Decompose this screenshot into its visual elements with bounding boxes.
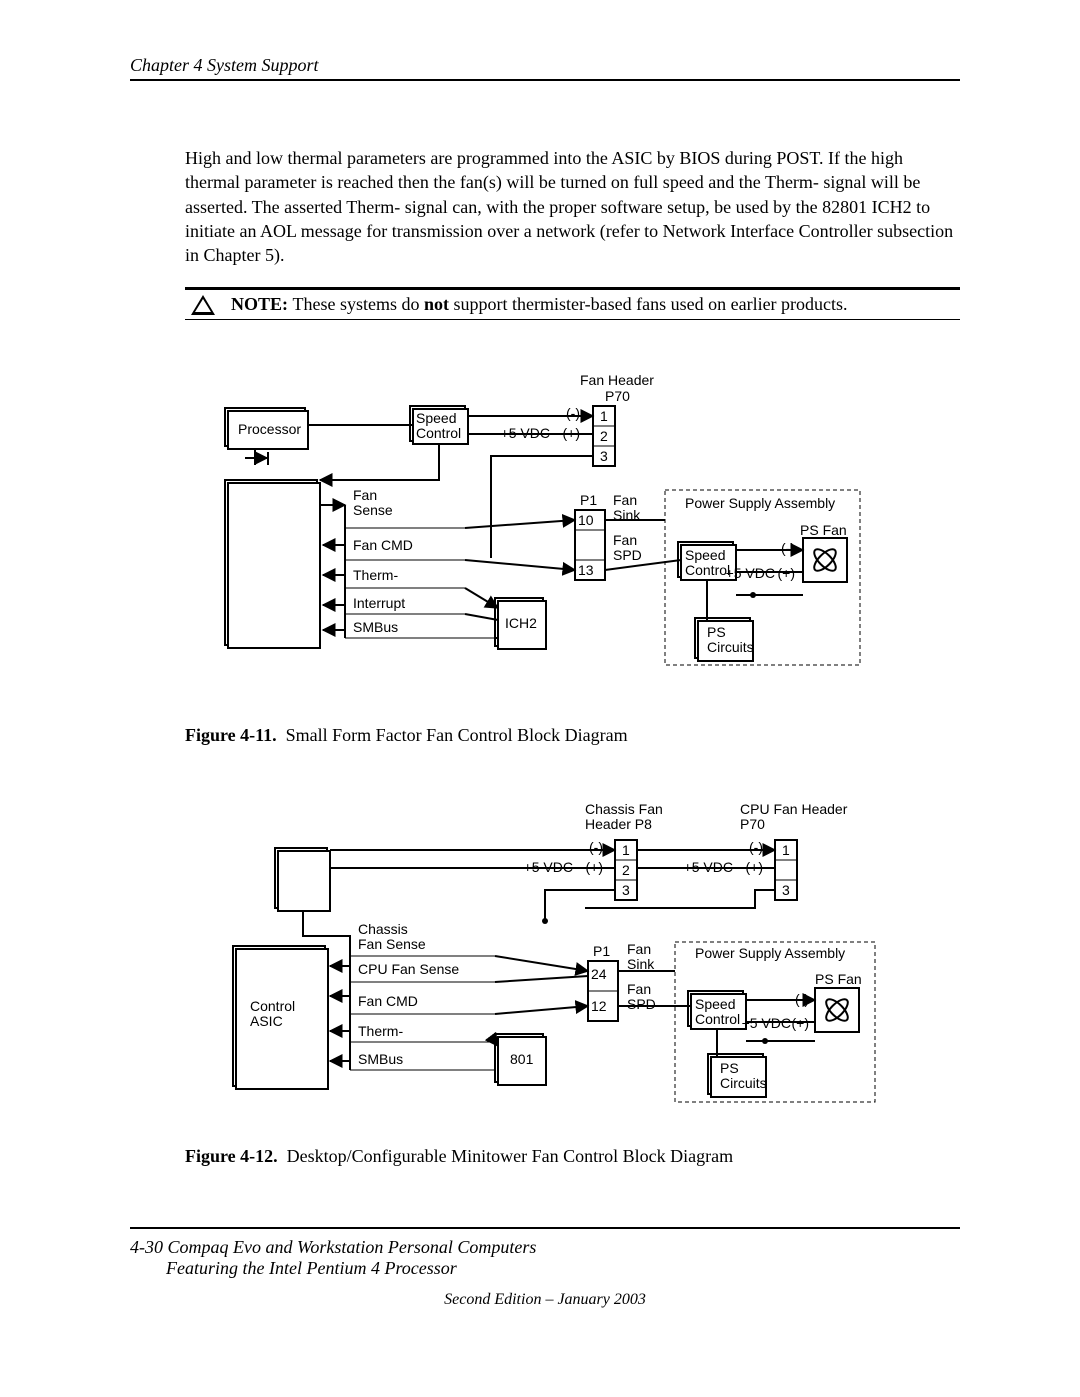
label-cpu-header: CPU Fan HeaderP70 bbox=[740, 801, 848, 832]
label-cpu-fan-sense: CPU Fan Sense bbox=[358, 961, 459, 977]
label-chassis-header: Chassis FanHeader P8 bbox=[585, 801, 663, 832]
pin-p8-2: 2 bbox=[622, 862, 630, 878]
pin-13: 13 bbox=[578, 562, 594, 578]
label-p70: P70 bbox=[605, 388, 630, 404]
pin-p8-1: 1 bbox=[622, 842, 630, 858]
pin-p70-2: 2 bbox=[600, 428, 608, 444]
pin-12: 12 bbox=[591, 998, 607, 1014]
diagram-dt-cmt-fan-control: Chassis FanHeader P8 CPU Fan HeaderP70 1… bbox=[195, 796, 895, 1106]
label-processor: Processor bbox=[238, 421, 301, 437]
page-footer: 4-30 Compaq Evo and Workstation Personal… bbox=[130, 1237, 960, 1309]
label-p1-2: P1 bbox=[593, 943, 610, 959]
pin-p8-3: 3 bbox=[622, 882, 630, 898]
label-fan-sink-2: FanSink bbox=[627, 941, 655, 972]
label-ich2: ICH2 bbox=[505, 615, 537, 631]
pin-p70-1: 1 bbox=[600, 408, 608, 424]
label-ps-fan-2: PS Fan bbox=[815, 971, 862, 987]
label-therm: Therm- bbox=[353, 567, 398, 583]
label-interrupt: Interrupt bbox=[353, 595, 405, 611]
label-ps-fan: PS Fan bbox=[800, 522, 847, 538]
label-ps-speed-control: SpeedControl bbox=[685, 547, 730, 578]
label-speed-control: SpeedControl bbox=[416, 410, 461, 441]
label-fan-spd-2: FanSPD bbox=[627, 981, 656, 1012]
body-paragraph: High and low thermal parameters are prog… bbox=[185, 146, 960, 267]
label-therm-2: Therm- bbox=[358, 1023, 403, 1039]
note-box: NOTE: These systems do not support therm… bbox=[185, 287, 960, 320]
caution-icon bbox=[191, 295, 215, 315]
label-smbus: SMBus bbox=[353, 619, 398, 635]
label-ps-assembly-2: Power Supply Assembly bbox=[695, 945, 845, 961]
label-minus-p70b: (-) bbox=[749, 839, 763, 855]
pin-p70-3: 3 bbox=[600, 448, 608, 464]
figure-caption-2: Figure 4-12. Desktop/Configurable Minito… bbox=[185, 1146, 960, 1167]
label-minus-p8: (-) bbox=[589, 839, 603, 855]
diagram-sff-fan-control: Fan Header P70 SpeedControl Processor 1 … bbox=[195, 370, 865, 670]
label-fan-header: Fan Header bbox=[580, 372, 654, 388]
page-number: 4-30 bbox=[130, 1237, 163, 1257]
label-fan-cmd-2: Fan CMD bbox=[358, 993, 418, 1009]
label-smbus-2: SMBus bbox=[358, 1051, 403, 1067]
label-chassis-fan-sense: ChassisFan Sense bbox=[358, 921, 426, 952]
pin-10: 10 bbox=[578, 512, 594, 528]
label-801: 801 bbox=[510, 1051, 534, 1067]
label-ps-speed-2: SpeedControl bbox=[695, 996, 740, 1027]
label-ps-assembly: Power Supply Assembly bbox=[685, 495, 835, 511]
pin-p70b-1: 1 bbox=[782, 842, 790, 858]
pin-24: 24 bbox=[591, 966, 607, 982]
note-text: NOTE: These systems do not support therm… bbox=[231, 294, 848, 315]
label-fan-sense: FanSense bbox=[353, 487, 393, 518]
label-p1: P1 bbox=[580, 492, 597, 508]
chapter-header: Chapter 4 System Support bbox=[130, 55, 960, 81]
figure-caption-1: Figure 4-11. Small Form Factor Fan Contr… bbox=[185, 725, 960, 746]
label-minus-1: (-) bbox=[566, 405, 580, 421]
label-minus-2: (-) bbox=[781, 540, 795, 556]
label-fan-sink: FanSink bbox=[613, 492, 641, 523]
pin-p70b-3: 3 bbox=[782, 882, 790, 898]
label-fan-spd: FanSPD bbox=[613, 532, 642, 563]
label-fan-cmd: Fan CMD bbox=[353, 537, 413, 553]
